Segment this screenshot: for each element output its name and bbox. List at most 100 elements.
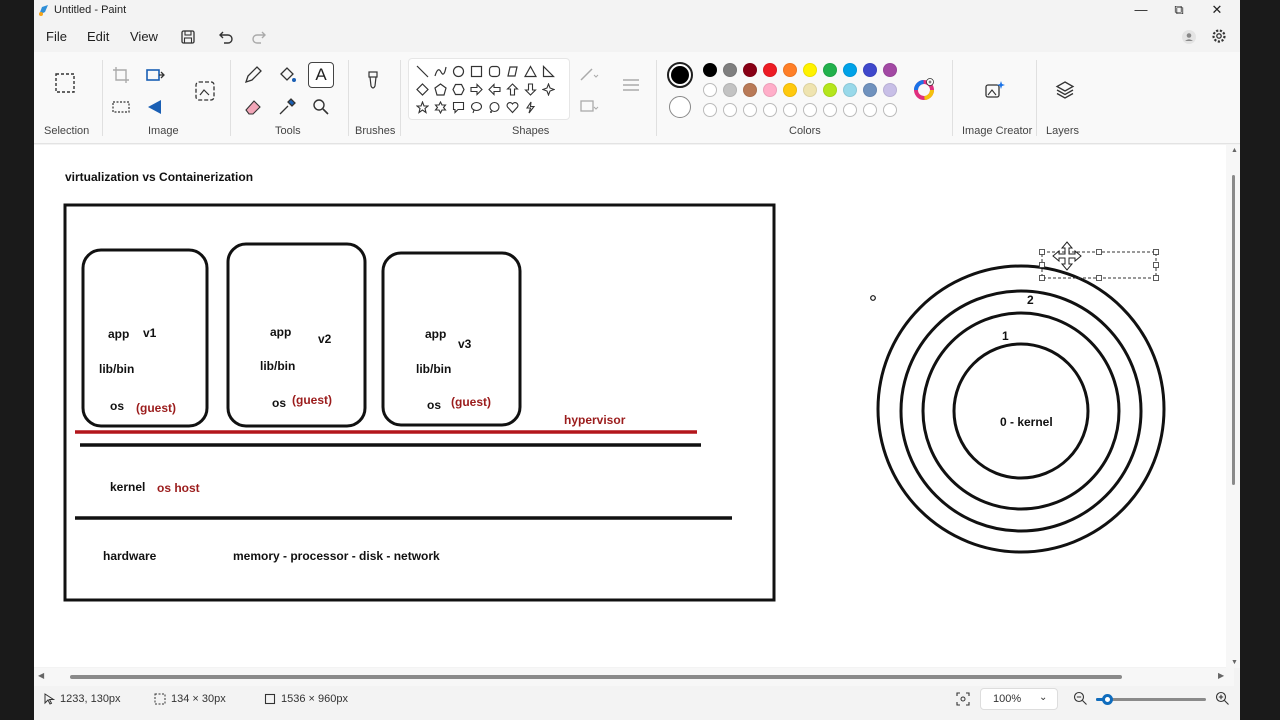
rectangular-callout-shape-icon[interactable] <box>452 101 465 114</box>
color-swatch[interactable] <box>863 63 877 77</box>
account-icon[interactable] <box>1180 28 1198 46</box>
fit-to-window-icon[interactable] <box>956 692 970 706</box>
rounded-rectangle-shape-icon[interactable] <box>488 65 501 78</box>
color-swatch[interactable] <box>703 63 717 77</box>
oval-callout-shape-icon[interactable] <box>470 101 483 114</box>
color-swatch[interactable] <box>843 83 857 97</box>
five-point-star-shape-icon[interactable] <box>416 101 429 114</box>
color-swatch[interactable] <box>883 83 897 97</box>
four-point-star-shape-icon[interactable] <box>542 83 555 96</box>
color-swatch[interactable] <box>803 83 817 97</box>
color-swatch[interactable] <box>883 63 897 77</box>
shape-fill-icon[interactable] <box>578 96 600 118</box>
color-swatch[interactable] <box>723 83 737 97</box>
size-icon[interactable] <box>620 74 642 96</box>
layers-icon[interactable] <box>1054 79 1076 101</box>
brush-icon[interactable] <box>362 70 384 92</box>
selection-handle[interactable] <box>1039 249 1045 255</box>
oval-shape-icon[interactable] <box>452 65 465 78</box>
lightning-shape-icon[interactable] <box>524 101 537 114</box>
color-swatch[interactable] <box>883 103 897 117</box>
color-swatch[interactable] <box>783 63 797 77</box>
color-swatch[interactable] <box>703 83 717 97</box>
selection-handle[interactable] <box>1153 275 1159 281</box>
color-swatch[interactable] <box>723 103 737 117</box>
resize-icon[interactable] <box>144 64 166 86</box>
zoom-slider[interactable] <box>1096 694 1206 705</box>
color-swatch[interactable] <box>763 83 777 97</box>
left-arrow-shape-icon[interactable] <box>488 83 501 96</box>
text-tool-icon[interactable]: A <box>308 62 334 88</box>
flip-icon[interactable] <box>144 96 166 118</box>
color-swatch[interactable] <box>743 83 757 97</box>
fill-bucket-icon[interactable] <box>276 64 298 86</box>
horizontal-scroll-thumb[interactable] <box>70 675 1122 679</box>
cloud-callout-shape-icon[interactable] <box>488 101 501 114</box>
rectangle-select-icon[interactable] <box>54 72 76 94</box>
save-icon[interactable] <box>179 28 197 46</box>
zoom-select[interactable]: 100% ⌄ <box>980 688 1058 710</box>
scroll-right-arrow-icon[interactable]: ▶ <box>1218 671 1224 680</box>
color-swatch[interactable] <box>823 63 837 77</box>
settings-gear-icon[interactable] <box>1210 27 1228 45</box>
secondary-color-swatch[interactable] <box>669 96 691 118</box>
color-swatch[interactable] <box>763 63 777 77</box>
selection-handle[interactable] <box>1096 249 1102 255</box>
selection-handle[interactable] <box>1039 262 1045 268</box>
color-swatch[interactable] <box>823 83 837 97</box>
right-triangle-shape-icon[interactable] <box>542 65 555 78</box>
color-swatch[interactable] <box>743 103 757 117</box>
magnifier-icon[interactable] <box>310 96 332 118</box>
zoom-slider-thumb[interactable] <box>1102 694 1113 705</box>
rectangle-shape-icon[interactable] <box>470 65 483 78</box>
menu-edit[interactable]: Edit <box>87 29 109 44</box>
zoom-out-icon[interactable] <box>1073 691 1088 706</box>
color-picker-icon[interactable] <box>276 96 298 118</box>
vertical-scrollbar[interactable]: ▲ ▼ <box>1226 145 1240 668</box>
select-all-icon[interactable] <box>110 96 132 118</box>
scroll-left-arrow-icon[interactable]: ◀ <box>38 671 44 680</box>
color-swatch[interactable] <box>863 103 877 117</box>
crop-icon[interactable] <box>110 64 132 86</box>
color-swatch[interactable] <box>863 83 877 97</box>
color-swatch[interactable] <box>843 63 857 77</box>
redo-icon[interactable] <box>250 28 268 46</box>
color-swatch[interactable] <box>743 63 757 77</box>
maximize-button[interactable]: ⧉ <box>1164 1 1194 19</box>
scroll-down-arrow-icon[interactable]: ▼ <box>1231 659 1238 666</box>
six-point-star-shape-icon[interactable] <box>434 101 447 114</box>
color-swatch[interactable] <box>763 103 777 117</box>
scroll-up-arrow-icon[interactable]: ▲ <box>1231 147 1238 154</box>
hexagon-shape-icon[interactable] <box>452 83 465 96</box>
color-swatch[interactable] <box>783 103 797 117</box>
up-arrow-shape-icon[interactable] <box>506 83 519 96</box>
diamond-shape-icon[interactable] <box>416 83 429 96</box>
image-creator-icon[interactable] <box>983 79 1005 101</box>
primary-color-swatch[interactable] <box>667 62 693 88</box>
color-swatch[interactable] <box>703 103 717 117</box>
vertical-scroll-thumb[interactable] <box>1232 175 1235 485</box>
heart-shape-icon[interactable] <box>506 101 519 114</box>
horizontal-scrollbar[interactable]: ◀ ▶ <box>34 668 1234 686</box>
color-swatch[interactable] <box>723 63 737 77</box>
drawing-canvas[interactable]: virtualization vs Containerization app v… <box>34 145 1240 667</box>
minimize-button[interactable]: — <box>1126 1 1156 19</box>
pencil-icon[interactable] <box>242 64 264 86</box>
triangle-shape-icon[interactable] <box>524 65 537 78</box>
color-swatch[interactable] <box>803 63 817 77</box>
selection-handle[interactable] <box>1039 275 1045 281</box>
color-swatch[interactable] <box>823 103 837 117</box>
eraser-icon[interactable] <box>242 96 264 118</box>
zoom-in-icon[interactable] <box>1215 691 1230 706</box>
color-swatch[interactable] <box>783 83 797 97</box>
pentagon-shape-icon[interactable] <box>434 83 447 96</box>
image-background-icon[interactable] <box>194 80 216 102</box>
menu-file[interactable]: File <box>46 29 67 44</box>
polygon-shape-icon[interactable] <box>506 65 519 78</box>
edit-colors-icon[interactable] <box>913 78 935 100</box>
selection-handle[interactable] <box>1153 249 1159 255</box>
color-swatch[interactable] <box>843 103 857 117</box>
curve-shape-icon[interactable] <box>434 65 447 78</box>
selection-handle[interactable] <box>1096 275 1102 281</box>
color-swatch[interactable] <box>803 103 817 117</box>
